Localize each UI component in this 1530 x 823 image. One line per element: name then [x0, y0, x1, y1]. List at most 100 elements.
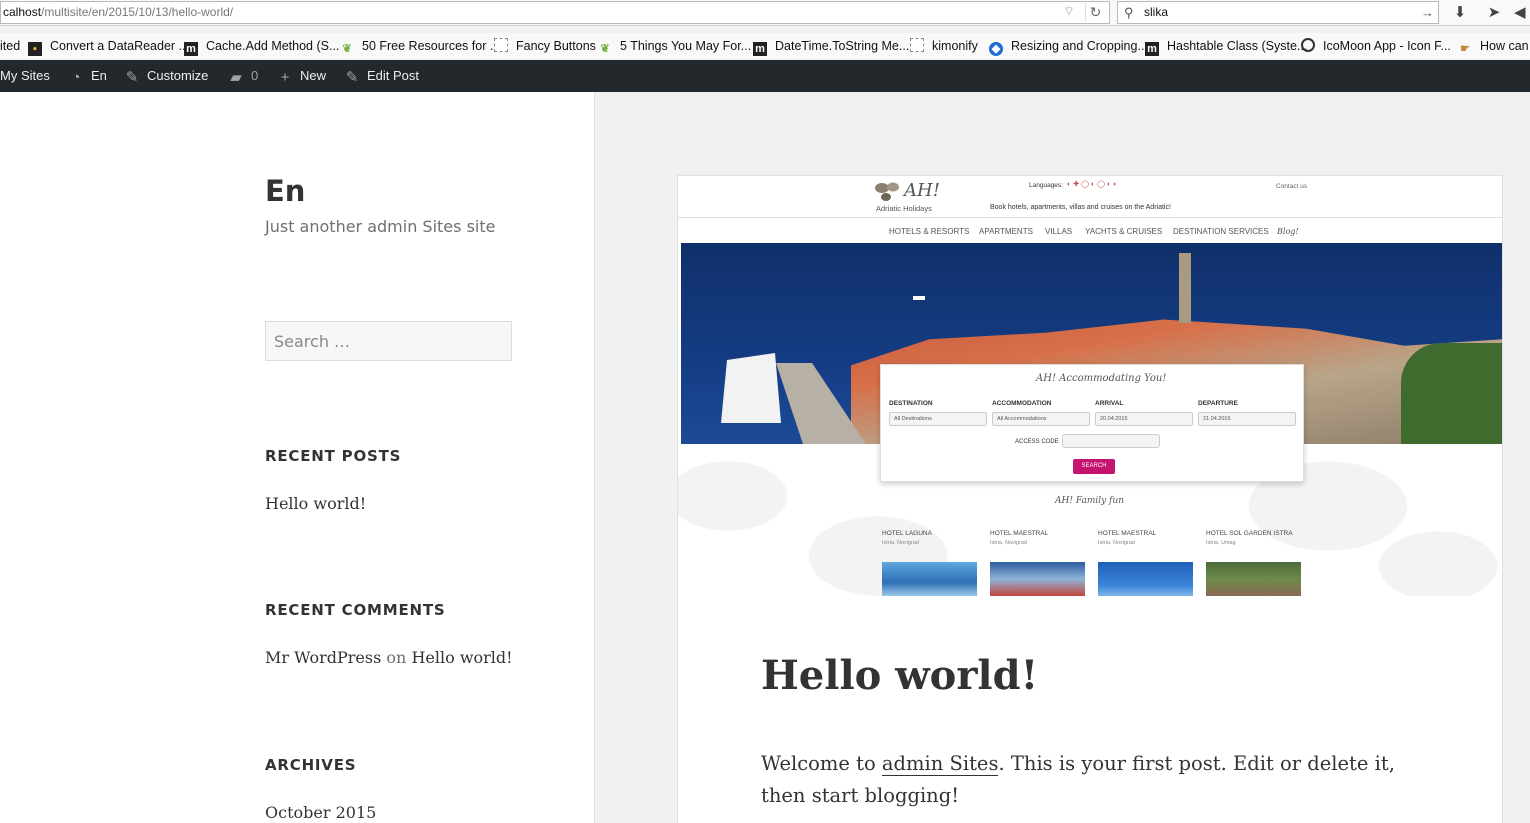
customize-link[interactable]: ✎ Customize: [123, 60, 209, 92]
bell-tower-shape: [1179, 253, 1191, 323]
archive-link[interactable]: October 2015: [265, 803, 376, 822]
hotel-location: Istria, Novigrad: [990, 540, 1027, 546]
bookmark-label: 50 Free Resources for ...: [362, 39, 501, 53]
bookmark-leaf-icon: ❦: [600, 43, 610, 55]
bookmark-label: DateTime.ToString Me...: [775, 39, 910, 53]
comment-icon: ▰: [230, 69, 242, 86]
site-title[interactable]: En: [265, 174, 305, 208]
bookmark-label: IcoMoon App - Icon F...: [1323, 39, 1451, 53]
bookmark-m-icon: m: [753, 42, 767, 56]
bookmark-item[interactable]: ◆ Resizing and Cropping...: [989, 38, 1148, 56]
edit-post-label: Edit Post: [367, 68, 420, 83]
ah-nav-item: YACHTS & CRUISES: [1085, 227, 1163, 236]
bookmark-label: Cache.Add Method (S...: [206, 39, 340, 53]
family-fun-heading: AH! Family fun: [1055, 496, 1124, 506]
search-input[interactable]: Search …: [265, 321, 512, 361]
reload-icon[interactable]: ↻: [1085, 3, 1105, 21]
hotel-photo: [1206, 562, 1301, 596]
cruise-ship-shape: [721, 353, 781, 423]
departure-label: DEPARTURE: [1198, 400, 1238, 407]
bookmark-item[interactable]: kimonify: [910, 38, 978, 56]
arrival-field: 20.04.2015: [1095, 412, 1193, 426]
ah-nav-item: Blog!: [1277, 227, 1299, 236]
ah-logo-subtitle: Adriatic Holidays: [876, 204, 932, 213]
featured-image: AH! Adriatic Holidays Languages: ◐✚◯◐◯◐◐…: [678, 176, 1502, 596]
send-icon[interactable]: ➤: [1484, 3, 1504, 23]
browser-search-input[interactable]: ⚲ slika →: [1117, 1, 1439, 24]
bookmark-label: 5 Things You May For...: [620, 39, 752, 53]
bookmark-item[interactable]: ited: [0, 38, 20, 56]
hotel-name: HOTEL SOL GARDEN ISTRA: [1206, 530, 1293, 537]
pencil-icon: ✎: [345, 69, 359, 86]
dashboard-icon: ◔: [71, 69, 81, 86]
admin-sites-link[interactable]: admin Sites: [881, 752, 999, 776]
bookmark-label: How can: [1480, 39, 1529, 53]
ah-nav-item: VILLAS: [1045, 227, 1073, 236]
bookmarks-toolbar: ited ▪ Convert a DataReader ... m Cache.Ad…: [0, 33, 1530, 59]
arrival-label: ARRIVAL: [1095, 400, 1124, 407]
post-article: AH! Adriatic Holidays Languages: ◐✚◯◐◯◐◐…: [677, 175, 1503, 823]
boat-shape: [913, 296, 925, 300]
ah-nav-item: HOTELS & RESORTS: [889, 227, 970, 236]
site-menu-label: En: [91, 68, 107, 83]
hotel-name: HOTEL MAESTRAL: [990, 530, 1049, 537]
destination-label: DESTINATION: [889, 400, 933, 407]
bookmark-item[interactable]: ❦ 50 Free Resources for ...: [340, 38, 500, 56]
comments-link[interactable]: ▰ 0: [227, 60, 258, 92]
browser-search-value: slika: [1144, 5, 1169, 19]
toolbar-overflow-icon[interactable]: ◀: [1514, 3, 1530, 23]
ah-nav: HOTELS & RESORTS APARTMENTS VILLAS YACHT…: [678, 221, 1502, 241]
bookmark-label: Resizing and Cropping...: [1011, 39, 1148, 53]
new-content-menu[interactable]: + New: [276, 60, 326, 92]
bookmark-item[interactable]: ▪ Convert a DataReader ...: [28, 38, 189, 56]
edit-post-link[interactable]: ✎ Edit Post: [343, 60, 419, 92]
bookmark-item[interactable]: Fancy Buttons: [494, 38, 596, 56]
bookmark-item[interactable]: IcoMoon App - Icon F...: [1301, 38, 1451, 56]
ah-nav-item: DESTINATION SERVICES: [1173, 227, 1269, 236]
download-icon[interactable]: ⬇: [1450, 3, 1470, 23]
comment-on-text: on: [386, 648, 407, 667]
post-body-prefix: Welcome to: [761, 752, 882, 775]
hotel-location: Istria, Umag: [1206, 540, 1236, 546]
booking-search-button: SEARCH: [1073, 459, 1115, 474]
bookmark-dark-icon: ▪: [28, 42, 42, 56]
post-title: Hello world!: [761, 652, 1039, 699]
destination-select: All Destinations: [889, 412, 987, 426]
bookmark-item[interactable]: m Cache.Add Method (S...: [184, 38, 339, 56]
hotel-photo: [990, 562, 1085, 596]
bookmark-m-icon: m: [1145, 42, 1159, 56]
url-bar[interactable]: calhost/multisite/en/2015/10/13/hello-wo…: [0, 1, 1110, 24]
bookmark-item[interactable]: m Hashtable Class (Syste...: [1145, 38, 1307, 56]
my-sites-menu[interactable]: My Sites: [0, 60, 50, 92]
search-icon: ⚲: [1124, 5, 1134, 20]
hotel-name: HOTEL MAESTRAL: [1098, 530, 1157, 537]
booking-widget: AH! Accommodating You! DESTINATION ACCOM…: [880, 364, 1304, 482]
bookmark-item[interactable]: m DateTime.ToString Me...: [753, 38, 909, 56]
bookmark-item[interactable]: ☛ How can: [1458, 38, 1529, 56]
bookmark-circle-icon: [1301, 38, 1315, 52]
bookmark-label: ited: [0, 39, 21, 53]
comment-post-link[interactable]: Hello world!: [411, 648, 512, 667]
search-go-arrow-icon[interactable]: →: [1421, 2, 1434, 23]
contact-link: Contact us: [1276, 183, 1308, 190]
bookmark-label: kimonify: [932, 39, 978, 53]
my-sites-label: My Sites: [0, 68, 50, 83]
access-code-label: ACCESS CODE: [1015, 439, 1059, 445]
sidebar: En Just another admin Sites site Search …: [0, 92, 595, 823]
comment-author-link[interactable]: Mr WordPress: [265, 648, 381, 667]
url-path: /multisite/en/2015/10/13/hello-world/: [41, 5, 234, 19]
bookmark-item[interactable]: ❦ 5 Things You May For...: [598, 38, 751, 56]
recent-post-link[interactable]: Hello world!: [265, 494, 366, 513]
hotel-location: Istria, Novigrad: [1098, 540, 1135, 546]
recent-comment: Mr WordPress on Hello world!: [265, 648, 513, 667]
bookmark-label: Hashtable Class (Syste...: [1167, 39, 1308, 53]
site-menu[interactable]: ◔ En: [67, 60, 107, 92]
departure-field: 21.04.2015: [1198, 412, 1296, 426]
url-history-dropdown-icon[interactable]: ▽: [1061, 4, 1077, 20]
greenery-shape: [1401, 343, 1502, 444]
hotel-location: Istria, Novigrad: [882, 540, 919, 546]
post-body: Welcome to admin Sites. This is your fir…: [761, 748, 1421, 812]
hotel-name: HOTEL LAGUNA: [882, 530, 932, 537]
ah-logo-text: AH!: [904, 180, 940, 201]
bookmark-blue-drop-icon: ◆: [989, 42, 1003, 56]
